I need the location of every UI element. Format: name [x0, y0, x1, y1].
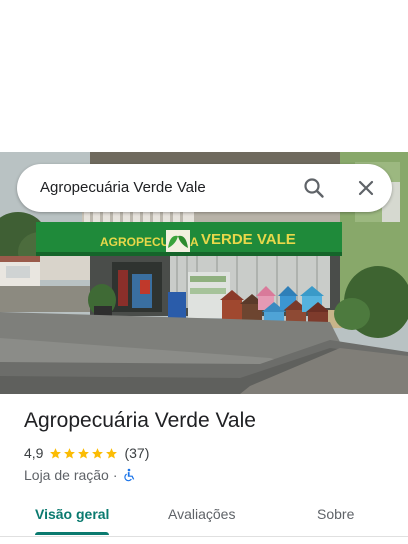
star-icon — [64, 447, 76, 458]
rating-value: 4,9 — [24, 445, 44, 461]
tab-about[interactable]: Sobre — [317, 506, 354, 522]
sign-right-text: VERDE VALE — [201, 231, 296, 248]
wheelchair-accessible-icon — [122, 468, 136, 482]
sign-leaf-logo — [166, 230, 190, 252]
category-label: Loja de ração — [24, 467, 109, 483]
search-input[interactable]: Agropecuária Verde Vale — [40, 179, 206, 196]
tab-overview[interactable]: Visão geral — [35, 506, 109, 522]
separator-dot: · — [112, 467, 118, 483]
close-icon[interactable] — [354, 176, 378, 200]
active-tab-indicator — [35, 532, 109, 535]
review-count[interactable]: (37) — [124, 445, 149, 461]
top-blank-area — [0, 0, 408, 152]
rating-row[interactable]: 4,9 (37) — [24, 444, 149, 462]
star-icon — [106, 447, 118, 458]
search-bar[interactable]: Agropecuária Verde Vale — [17, 164, 392, 212]
rating-stars — [49, 447, 118, 460]
category-row: Loja de ração · — [24, 466, 136, 484]
place-title: Agropecuária Verde Vale — [24, 409, 256, 432]
search-icon[interactable] — [302, 176, 326, 200]
place-tabs: Visão geral Avaliações Sobre — [0, 496, 408, 537]
tab-reviews[interactable]: Avaliações — [168, 506, 235, 522]
star-icon — [78, 447, 90, 458]
star-icon — [50, 447, 62, 458]
star-icon — [92, 447, 104, 458]
